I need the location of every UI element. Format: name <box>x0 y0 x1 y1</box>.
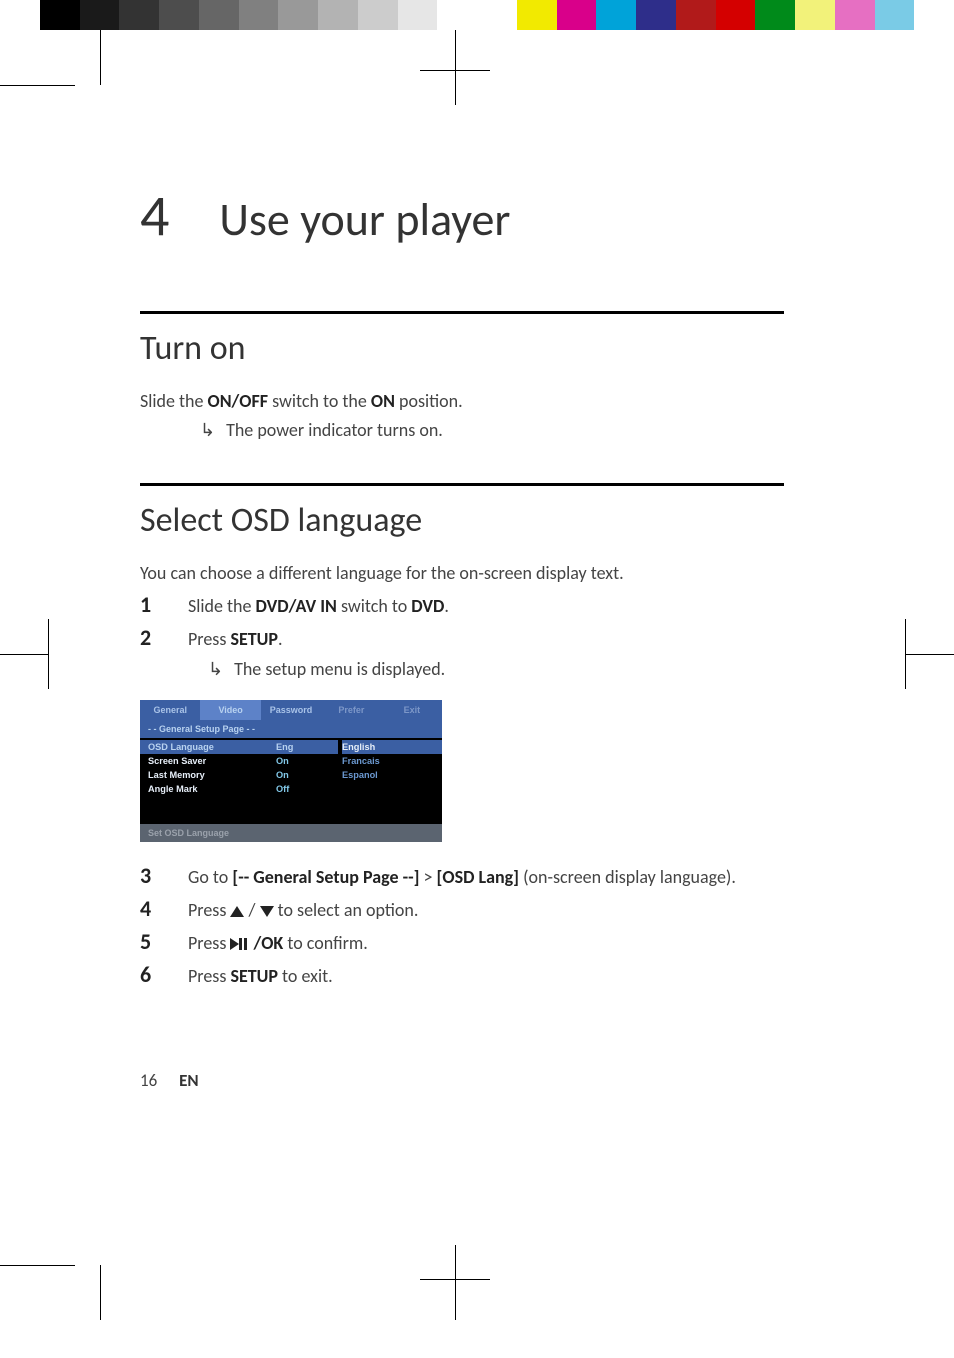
osd-menu-screenshot: General Video Password Prefer Exit - - G… <box>140 700 442 842</box>
step-1: 1 Slide the DVD/AV IN switch to DVD. <box>140 591 784 620</box>
page-language: EN <box>179 1070 199 1091</box>
section-heading-osd: Select OSD language <box>140 500 784 541</box>
step-list-continued: 3 Go to [-- General Setup Page --] > [OS… <box>140 862 784 990</box>
result-arrow-icon: ↳ <box>200 418 222 443</box>
step-2: 2 Press SETUP. <box>140 624 784 653</box>
result-arrow-icon: ↳ <box>208 657 230 682</box>
up-arrow-icon <box>230 906 244 917</box>
osd-val-off: Off <box>276 782 338 796</box>
osd-tab-exit: Exit <box>382 700 442 720</box>
step-list: 1 Slide the DVD/AV IN switch to DVD. 2 P… <box>140 591 784 653</box>
osd-tab-prefer: Prefer <box>321 700 381 720</box>
step-3: 3 Go to [-- General Setup Page --] > [OS… <box>140 862 784 891</box>
step-4: 4 Press / to select an option. <box>140 895 784 924</box>
osd-intro: You can choose a different language for … <box>140 561 784 586</box>
chapter-number: 4 <box>140 180 169 251</box>
chapter-title: 4 Use your player <box>140 180 784 251</box>
osd-row-last-memory: Last Memory <box>148 768 276 782</box>
section-rule <box>140 311 784 314</box>
crop-marks-top <box>0 30 954 110</box>
osd-opt-espanol: Espanol <box>342 768 442 782</box>
page-number: 16 <box>140 1070 157 1091</box>
osd-row-screen-saver: Screen Saver <box>148 754 276 768</box>
osd-row-osd-lang: OSD Language <box>140 740 276 754</box>
osd-val-on1: On <box>276 754 338 768</box>
osd-row-angle-mark: Angle Mark <box>148 782 276 796</box>
page-footer: 16 EN <box>140 1070 784 1091</box>
osd-val-eng: Eng <box>268 740 338 754</box>
down-arrow-icon <box>260 906 274 917</box>
osd-val-on2: On <box>276 768 338 782</box>
printer-color-bar <box>0 0 954 30</box>
osd-tabs: General Video Password Prefer Exit <box>140 700 442 720</box>
chapter-text: Use your player <box>219 192 510 248</box>
turn-on-instruction: Slide the ON/OFF switch to the ON positi… <box>140 389 784 414</box>
section-heading-turn-on: Turn on <box>140 328 784 369</box>
osd-opt-francais: Francais <box>342 754 442 768</box>
osd-tab-general: General <box>140 700 200 720</box>
section-rule <box>140 483 784 486</box>
page-body: 4 Use your player Turn on Slide the ON/O… <box>0 180 954 1210</box>
osd-tab-video: Video <box>200 700 260 720</box>
step-5: 5 Press /OK to confirm. <box>140 928 784 957</box>
osd-subheader: - - General Setup Page - - <box>140 720 442 738</box>
pause-icon <box>239 938 247 950</box>
turn-on-result: ↳ The power indicator turns on. <box>200 418 784 443</box>
osd-tab-password: Password <box>261 700 321 720</box>
play-icon <box>230 938 239 950</box>
osd-list: OSD Language Screen Saver Last Memory An… <box>140 738 442 824</box>
step-2-result: ↳ The setup menu is displayed. <box>188 657 784 682</box>
osd-opt-english: English <box>342 740 442 754</box>
osd-footer: Set OSD Language <box>140 824 442 842</box>
step-6: 6 Press SETUP to exit. <box>140 961 784 990</box>
crop-marks-bottom <box>0 1210 954 1320</box>
